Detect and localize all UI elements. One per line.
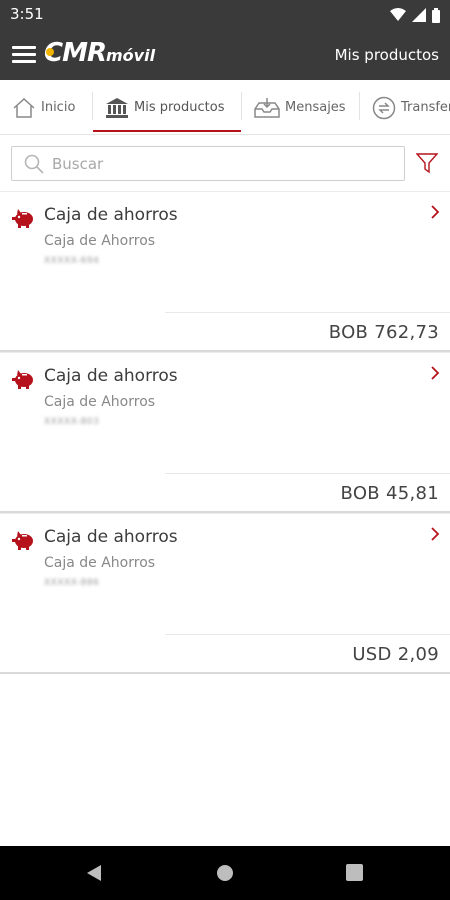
piggy-bank-icon xyxy=(12,531,33,550)
search-row xyxy=(0,136,450,191)
product-card[interactable]: Caja de ahorros Caja de Ahorros XXXXX-88… xyxy=(0,513,450,674)
tab-transferencias[interactable]: Transferencias xyxy=(372,80,450,134)
tab-label: Transferencias xyxy=(401,100,450,115)
cmr-logo: CMRmóvil xyxy=(44,38,155,68)
product-subtitle: Caja de Ahorros xyxy=(44,555,156,571)
product-balance: USD 2,09 xyxy=(352,644,439,665)
chevron-right-icon xyxy=(431,366,440,380)
divider xyxy=(165,473,450,474)
filter-icon[interactable] xyxy=(416,152,438,174)
status-time: 3:51 xyxy=(10,5,44,23)
tab-label: Inicio xyxy=(41,100,76,115)
logo-suffix: móvil xyxy=(105,46,156,65)
tab-divider xyxy=(241,92,242,120)
search-icon xyxy=(24,154,44,174)
product-subtitle: Caja de Ahorros xyxy=(44,233,156,249)
page-title: Mis productos xyxy=(334,46,439,64)
product-list: Caja de ahorros Caja de Ahorros XXXXX-69… xyxy=(0,191,450,674)
inbox-icon xyxy=(254,97,280,118)
account-number: XXXXX-803 xyxy=(44,417,100,427)
status-bar: 3:51 xyxy=(0,0,450,30)
recents-icon[interactable] xyxy=(346,864,363,881)
tab-divider xyxy=(92,92,93,120)
chevron-right-icon xyxy=(431,205,440,219)
product-title: Caja de ahorros xyxy=(44,205,178,225)
tab-mis-productos[interactable]: Mis productos xyxy=(105,80,225,134)
product-title: Caja de ahorros xyxy=(44,366,178,386)
tab-inicio[interactable]: Inicio xyxy=(12,80,76,134)
transfer-icon xyxy=(372,96,396,119)
home-nav-icon[interactable] xyxy=(216,864,234,882)
chevron-right-icon xyxy=(431,527,440,541)
tab-label: Mis productos xyxy=(134,100,225,115)
home-icon xyxy=(13,97,35,118)
divider xyxy=(165,312,450,313)
active-tab-indicator xyxy=(93,130,241,132)
divider xyxy=(165,634,450,635)
status-icons xyxy=(390,7,440,23)
menu-icon-line xyxy=(12,46,36,49)
product-card[interactable]: Caja de ahorros Caja de Ahorros XXXXX-69… xyxy=(0,191,450,352)
signal-icon xyxy=(412,8,426,22)
product-balance: BOB 45,81 xyxy=(340,483,439,504)
piggy-bank-icon xyxy=(12,209,33,228)
bank-icon xyxy=(106,97,128,118)
account-number: XXXXX-886 xyxy=(44,578,100,588)
menu-icon-line xyxy=(12,60,36,63)
nav-tabs: Inicio Mis productos Mensajes Transferen… xyxy=(0,80,450,135)
search-box[interactable] xyxy=(11,146,405,181)
product-title: Caja de ahorros xyxy=(44,527,178,547)
system-nav-bar xyxy=(0,846,450,900)
tab-divider xyxy=(359,92,360,120)
back-icon[interactable] xyxy=(86,864,102,882)
app-bar: CMRmóvil Mis productos xyxy=(0,30,450,80)
tab-mensajes[interactable]: Mensajes xyxy=(254,80,346,134)
account-number: XXXXX-694 xyxy=(44,256,100,266)
product-balance: BOB 762,73 xyxy=(328,322,439,343)
battery-icon xyxy=(432,7,440,23)
wifi-icon xyxy=(390,8,406,21)
product-subtitle: Caja de Ahorros xyxy=(44,394,156,410)
search-input[interactable] xyxy=(52,154,382,173)
tab-label: Mensajes xyxy=(285,100,346,115)
product-card[interactable]: Caja de ahorros Caja de Ahorros XXXXX-80… xyxy=(0,352,450,513)
menu-icon-line xyxy=(12,53,36,56)
menu-button[interactable] xyxy=(12,46,36,64)
piggy-bank-icon xyxy=(12,370,33,389)
logo-main: CMR xyxy=(44,38,107,68)
